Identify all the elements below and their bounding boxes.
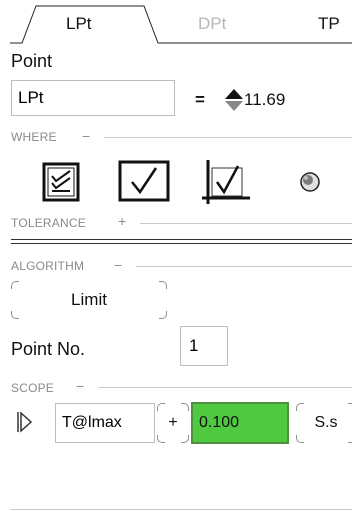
point-no-label: Point No. <box>11 339 86 359</box>
tolerance-header: TOLERANCE <box>11 216 86 230</box>
checkbox-icon[interactable] <box>118 160 170 202</box>
algorithm-divider <box>136 266 352 267</box>
up-down-arrows-icon[interactable] <box>224 87 244 113</box>
tab-dpt[interactable]: DPt <box>198 14 226 34</box>
bottom-divider <box>11 509 352 510</box>
point-name-input[interactable] <box>11 80 175 116</box>
tab-outline <box>10 5 352 44</box>
tab-tp[interactable]: TP <box>318 14 340 34</box>
point-no-input[interactable] <box>180 326 228 366</box>
tab-bar: LPt DPt TP <box>0 0 352 44</box>
point-title: Point <box>11 51 53 71</box>
where-collapse-toggle[interactable]: − <box>82 128 90 144</box>
equals-sign: = <box>195 90 205 109</box>
checklist-icon[interactable] <box>42 162 80 202</box>
scope-param-input[interactable] <box>55 403 155 443</box>
tolerance-divider <box>140 223 352 224</box>
scope-unit-button[interactable]: S.s <box>296 403 352 443</box>
scope-unit-label: S.s <box>314 414 338 431</box>
section-divider-bottom <box>11 243 352 244</box>
tolerance-expand-toggle[interactable]: + <box>118 213 126 229</box>
scope-plus-button[interactable]: + <box>157 403 189 443</box>
algorithm-collapse-toggle[interactable]: − <box>114 257 122 273</box>
scope-header: SCOPE <box>11 381 55 395</box>
where-header: WHERE <box>11 130 57 144</box>
point-value: 11.69 <box>244 90 286 109</box>
limit-button[interactable]: Limit <box>11 281 167 319</box>
tab-lpt[interactable]: LPt <box>66 14 92 34</box>
checkbox-axes-icon[interactable] <box>200 158 250 206</box>
scope-value-input[interactable] <box>191 402 289 444</box>
scope-plus-label: + <box>168 414 178 431</box>
algorithm-header: ALGORITHM <box>11 259 85 273</box>
where-divider <box>104 137 352 138</box>
scope-collapse-toggle[interactable]: − <box>76 378 84 394</box>
section-divider-top <box>11 239 352 240</box>
play-bracket-icon[interactable] <box>15 411 33 433</box>
scope-divider <box>98 387 352 388</box>
limit-button-label: Limit <box>71 290 107 309</box>
sphere-icon[interactable] <box>299 171 321 193</box>
